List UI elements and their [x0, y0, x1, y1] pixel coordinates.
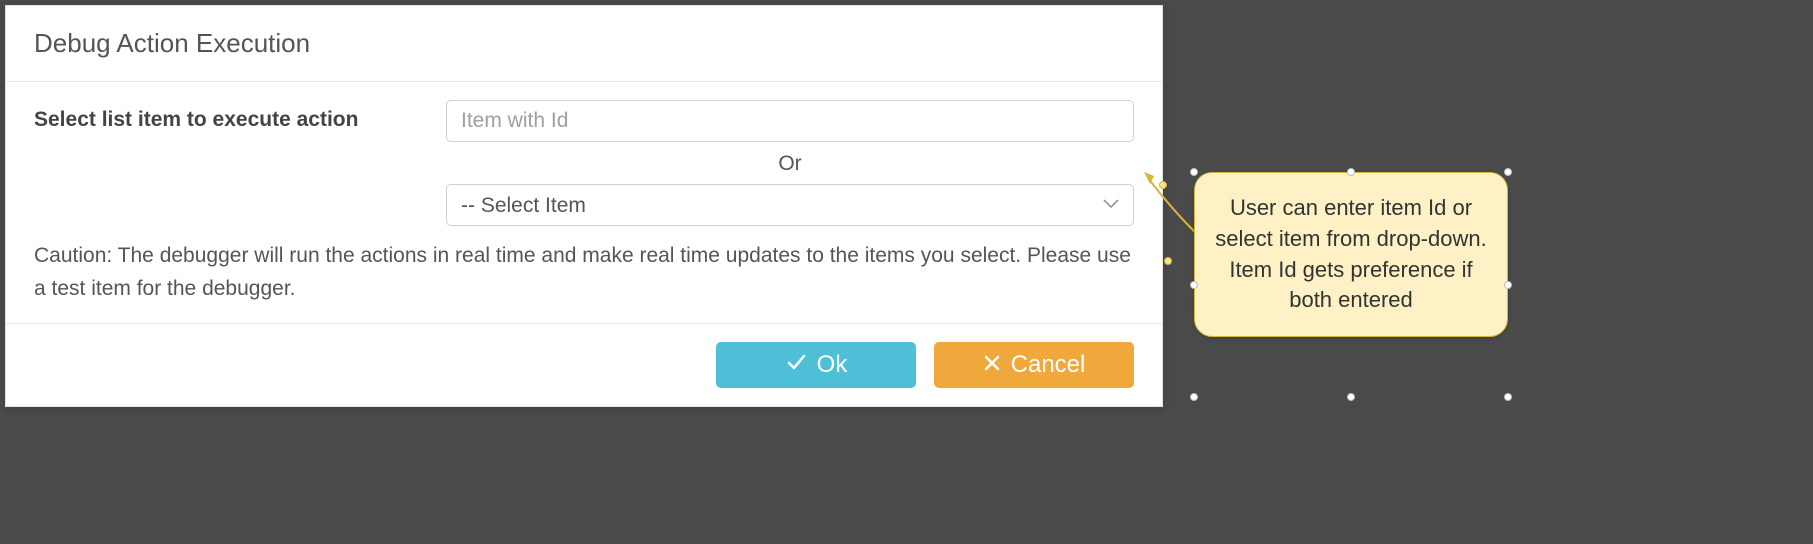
- ok-button[interactable]: Ok: [716, 342, 916, 388]
- form-label: Select list item to execute action: [34, 100, 446, 132]
- selection-handle[interactable]: [1504, 393, 1512, 401]
- selection-handle[interactable]: [1164, 257, 1172, 265]
- or-separator: Or: [446, 142, 1134, 184]
- check-icon: [785, 351, 807, 380]
- caution-text: Caution: The debugger will run the actio…: [34, 240, 1134, 305]
- selection-handle[interactable]: [1190, 281, 1198, 289]
- selection-handle[interactable]: [1347, 168, 1355, 176]
- ok-button-label: Ok: [817, 351, 848, 379]
- item-select-wrap: -- Select Item: [446, 184, 1134, 226]
- dialog-footer: Ok Cancel: [6, 323, 1162, 406]
- cancel-button-label: Cancel: [1011, 351, 1086, 379]
- selection-handle[interactable]: [1190, 393, 1198, 401]
- form-controls: Or -- Select Item: [446, 100, 1134, 226]
- dialog-header: Debug Action Execution: [6, 6, 1162, 82]
- callout-text: User can enter item Id or select item fr…: [1215, 195, 1486, 312]
- close-icon: [983, 351, 1001, 379]
- annotation-callout: User can enter item Id or select item fr…: [1194, 172, 1508, 337]
- selection-handle[interactable]: [1504, 281, 1512, 289]
- item-select[interactable]: -- Select Item: [446, 184, 1134, 226]
- form-row: Select list item to execute action Or --…: [34, 100, 1134, 226]
- selection-handle[interactable]: [1347, 393, 1355, 401]
- selection-handle[interactable]: [1190, 168, 1198, 176]
- selection-handle[interactable]: [1504, 168, 1512, 176]
- item-id-input[interactable]: [446, 100, 1134, 142]
- debug-action-dialog: Debug Action Execution Select list item …: [5, 5, 1163, 407]
- cancel-button[interactable]: Cancel: [934, 342, 1134, 388]
- selection-handle[interactable]: [1159, 181, 1167, 189]
- dialog-body: Select list item to execute action Or --…: [6, 82, 1162, 323]
- dialog-title: Debug Action Execution: [34, 28, 1134, 59]
